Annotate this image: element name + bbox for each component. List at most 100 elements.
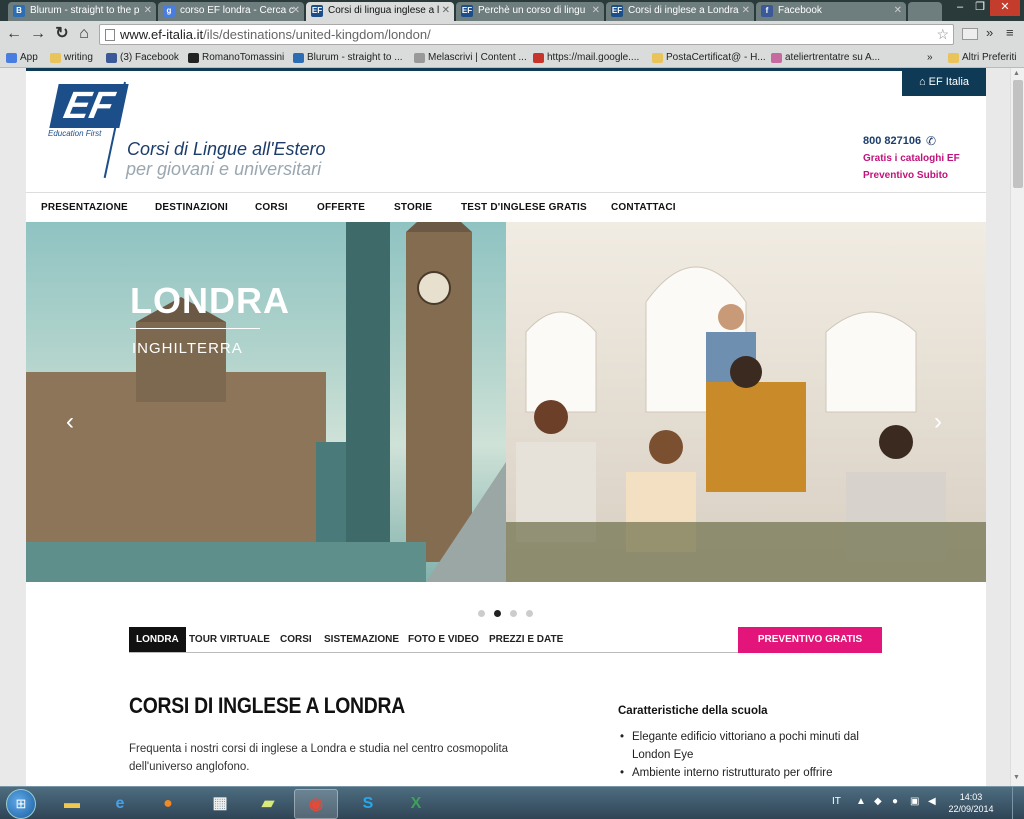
triangle-icon: [188, 53, 199, 63]
sticky-notes-app[interactable]: ▰: [246, 789, 290, 819]
subnav-corsi[interactable]: CORSI: [280, 627, 312, 652]
bookmark-item[interactable]: (3) Facebook: [106, 51, 179, 65]
bookmark-item[interactable]: Melascrivi | Content ...: [414, 51, 530, 65]
ef-italia-link[interactable]: ⌂ EF Italia: [902, 68, 986, 96]
hero-title: LONDRA: [130, 280, 290, 321]
address-bar[interactable]: www.ef-italia.it/ils/destinations/united…: [99, 24, 954, 45]
browser-tab[interactable]: EF Perchè un corso di lingu ✕: [456, 2, 604, 21]
subnav-tour-virtuale[interactable]: TOUR VIRTUALE: [189, 627, 270, 652]
browser-tab[interactable]: EF Corsi di inglese a Londra ✕: [606, 2, 754, 21]
nav-destinazioni[interactable]: DESTINAZIONI: [155, 202, 228, 213]
close-icon[interactable]: ✕: [894, 2, 902, 19]
browser-tab[interactable]: B Blurum - straight to the p ✕: [8, 2, 156, 21]
bookmark-item[interactable]: Blurum - straight to ...: [293, 51, 411, 65]
carousel-next-icon[interactable]: ›: [934, 408, 942, 436]
more-extensions-icon[interactable]: »: [986, 25, 993, 40]
notes-icon: ▰: [261, 795, 275, 812]
other-bookmarks-folder[interactable]: Altri Preferiti: [948, 51, 1016, 65]
top-strip: [26, 68, 986, 71]
browser-tab-active[interactable]: EF Corsi di lingua inglese a l ✕: [306, 2, 454, 21]
phone-number[interactable]: 800 827106: [863, 135, 921, 147]
page-title: CORSI DI INGLESE A LONDRA: [129, 693, 405, 718]
phone-icon: ✆: [926, 134, 937, 148]
bookmark-label: Blurum - straight to ...: [307, 52, 403, 63]
bookmark-star-icon[interactable]: ☆: [936, 25, 949, 44]
tray-expand-icon[interactable]: ▲: [856, 796, 866, 807]
folder-icon: ▬: [64, 795, 80, 812]
bookmark-item[interactable]: PostaCertificat@ - H...: [652, 51, 768, 65]
bookmark-label: Altri Preferiti: [962, 52, 1017, 63]
subnav-londra[interactable]: LONDRA: [129, 627, 186, 652]
url-host: www.ef-italia.it: [120, 27, 204, 42]
back-arrow-icon[interactable]: ←: [4, 24, 24, 44]
explorer-app[interactable]: ▬: [50, 789, 94, 819]
apps-grid-icon: [6, 53, 17, 63]
menu-icon[interactable]: ≡: [1006, 25, 1014, 40]
bookmark-item[interactable]: RomanoTomassini: [188, 51, 284, 65]
nav-presentazione[interactable]: PRESENTAZIONE: [41, 202, 128, 213]
close-icon[interactable]: ✕: [592, 2, 600, 19]
close-window-icon[interactable]: ✕: [990, 0, 1020, 16]
tagline-secondary: per giovani e universitari: [126, 159, 322, 179]
close-icon[interactable]: ✕: [742, 2, 750, 19]
skype-app[interactable]: S: [346, 789, 390, 819]
carousel-dot[interactable]: [478, 610, 485, 617]
close-icon[interactable]: ✕: [442, 2, 450, 19]
carousel-dot-active[interactable]: [494, 610, 501, 617]
apps-app[interactable]: ▦: [198, 789, 242, 819]
start-button[interactable]: ⊞: [6, 789, 36, 819]
quote-link[interactable]: Preventivo Subito: [863, 170, 948, 181]
excel-app[interactable]: X: [394, 789, 438, 819]
browser-tab[interactable]: f Facebook ✕: [756, 2, 906, 21]
bookmark-folder[interactable]: writing: [50, 51, 93, 65]
tab-title: Blurum - straight to the p: [30, 5, 140, 16]
nav-contattaci[interactable]: CONTATTACI: [611, 202, 676, 213]
nav-corsi[interactable]: CORSI: [255, 202, 288, 213]
intro-text: Frequenta i nostri corsi di inglese a Lo…: [129, 743, 509, 773]
vertical-scrollbar[interactable]: ▲ ▼: [1010, 68, 1024, 786]
scroll-up-icon[interactable]: ▲: [1013, 70, 1020, 77]
tab-title: Perchè un corso di lingu: [478, 5, 586, 16]
nav-offerte[interactable]: OFFERTE: [317, 202, 365, 213]
bookmark-apps[interactable]: App: [6, 51, 38, 65]
show-desktop-button[interactable]: [1012, 787, 1024, 819]
bookmarks-bar: App writing (3) Facebook RomanoTomassini…: [0, 48, 1024, 68]
chrome-app[interactable]: ◉: [294, 789, 338, 819]
close-icon[interactable]: ✕: [292, 2, 300, 19]
nav-test-inglese[interactable]: TEST D'INGLESE GRATIS: [461, 202, 587, 213]
ef-icon: EF: [611, 5, 623, 17]
close-icon[interactable]: ✕: [144, 2, 152, 19]
system-clock[interactable]: 14:03 22/09/2014: [944, 791, 998, 815]
internet-explorer-app[interactable]: e: [98, 789, 142, 819]
subnav-prezzi-date[interactable]: PREZZI E DATE: [489, 627, 563, 652]
forward-arrow-icon[interactable]: →: [28, 24, 48, 44]
minimize-icon[interactable]: –: [950, 0, 970, 16]
free-quote-button[interactable]: PREVENTIVO GRATIS: [738, 627, 882, 653]
language-indicator[interactable]: IT: [832, 796, 841, 807]
new-tab-button[interactable]: [908, 2, 942, 21]
scroll-down-icon[interactable]: ▼: [1013, 774, 1020, 781]
carousel-dot[interactable]: [510, 610, 517, 617]
restore-icon[interactable]: ❐: [970, 0, 990, 16]
reload-icon[interactable]: ↻: [52, 24, 72, 44]
scroll-thumb[interactable]: [1013, 80, 1023, 188]
network-icon[interactable]: ▣: [910, 796, 919, 807]
chrome-icon: ◉: [309, 796, 323, 813]
browser-tab[interactable]: g corso EF londra - Cerca c ✕: [158, 2, 304, 21]
subnav-sistemazione[interactable]: SISTEMAZIONE: [324, 627, 399, 652]
subnav-foto-video[interactable]: FOTO E VIDEO: [408, 627, 479, 652]
carousel-prev-icon[interactable]: ‹: [66, 408, 74, 436]
carousel-dot[interactable]: [526, 610, 533, 617]
nav-storie[interactable]: STORIE: [394, 202, 432, 213]
volume-icon[interactable]: ◀: [928, 796, 936, 807]
clock-date: 22/09/2014: [948, 804, 994, 814]
catalog-link[interactable]: Gratis i cataloghi EF: [863, 153, 960, 164]
bookmark-item[interactable]: https://mail.google....: [533, 51, 649, 65]
tray-app-icon[interactable]: ●: [892, 796, 898, 807]
firefox-app[interactable]: ●: [146, 789, 190, 819]
bookmark-item[interactable]: ateliertrentatre su A...: [771, 51, 891, 65]
extension-icon[interactable]: [962, 28, 978, 40]
home-icon[interactable]: ⌂: [74, 24, 94, 44]
more-bookmarks-button[interactable]: »: [927, 51, 933, 65]
tray-app-icon[interactable]: ◆: [874, 796, 882, 807]
